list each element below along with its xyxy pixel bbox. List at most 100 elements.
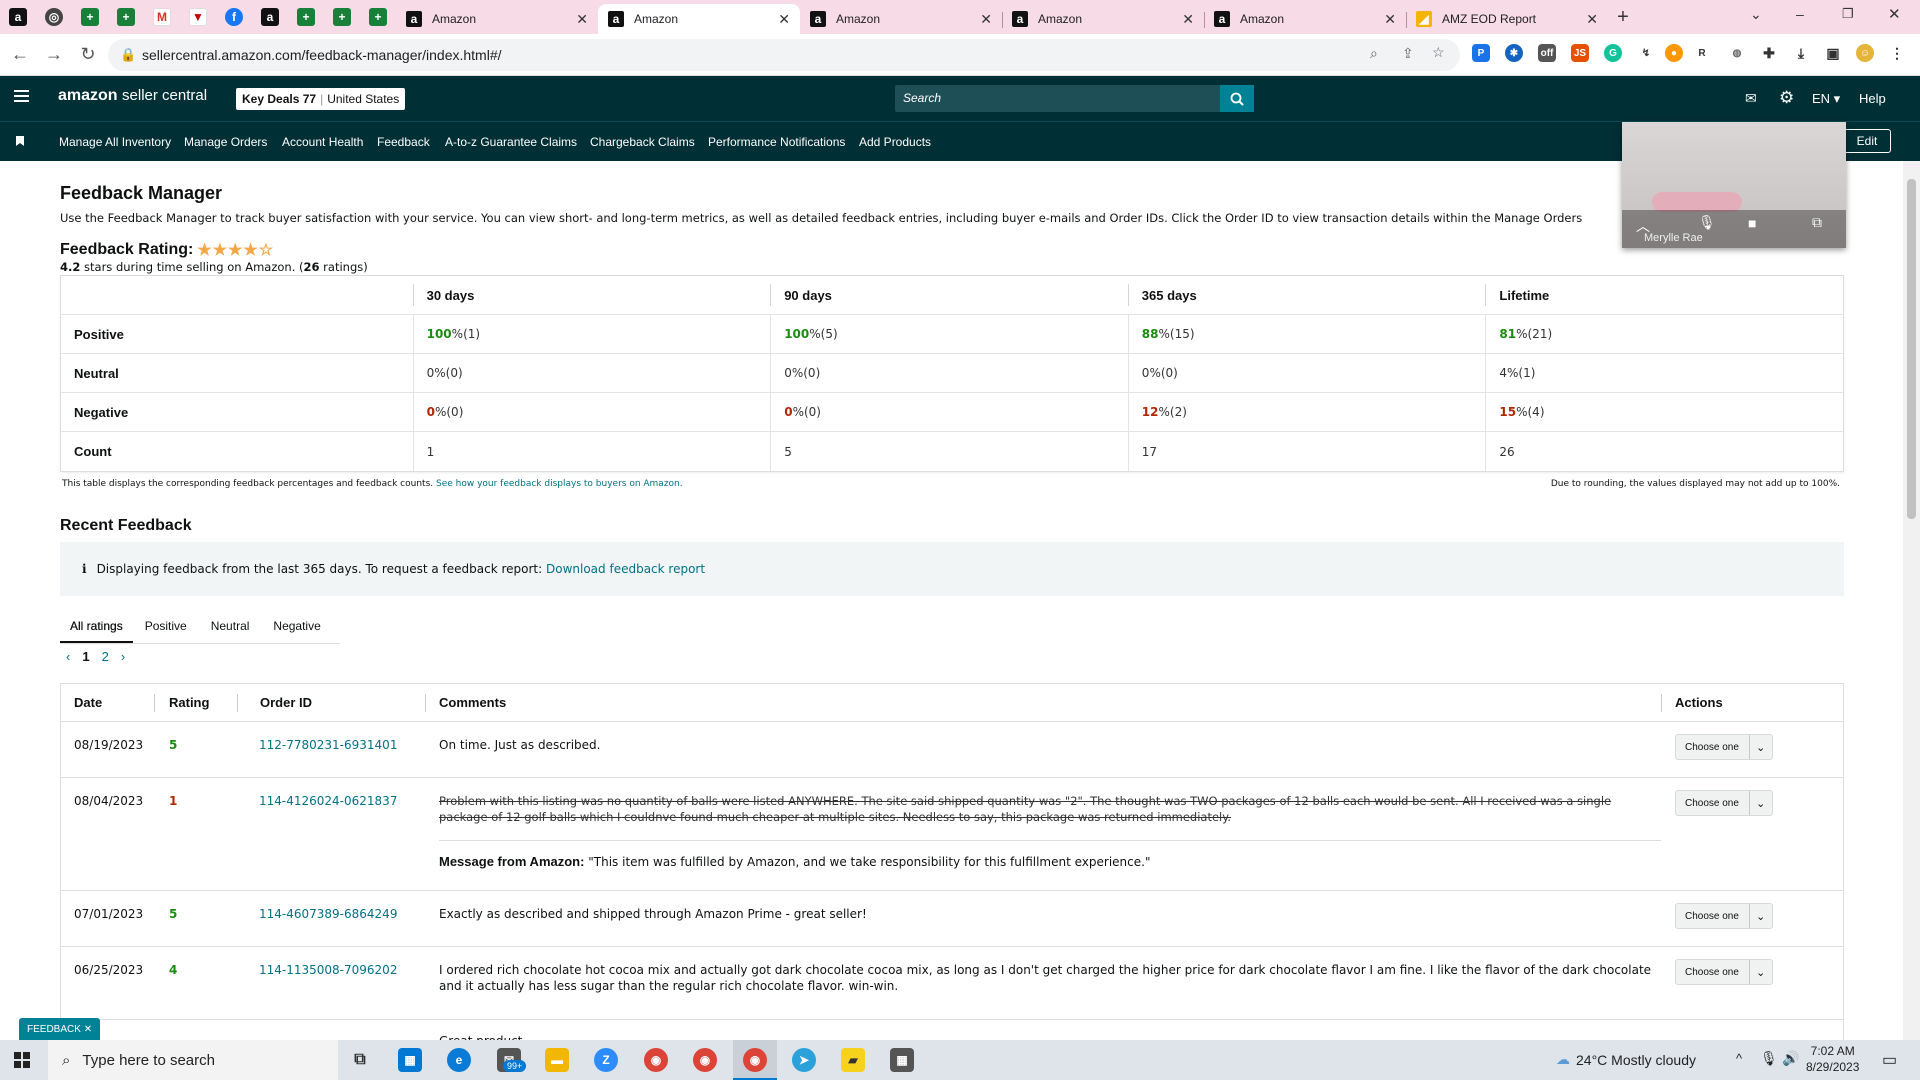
zoom-icon[interactable]: ⌕ bbox=[1370, 45, 1378, 62]
pinned-tab-chatgpt[interactable]: ◎ bbox=[36, 0, 72, 34]
pinned-tab-sheets-2[interactable]: + bbox=[108, 0, 144, 34]
pinned-tab-amazon[interactable]: a bbox=[0, 0, 36, 34]
tab-positive[interactable]: Positive bbox=[133, 608, 199, 643]
video-camera-icon[interactable]: ■ bbox=[1748, 215, 1756, 231]
extension-icon[interactable]: ● bbox=[1665, 44, 1683, 62]
browser-tab[interactable]: a Amazon ✕ bbox=[396, 4, 599, 34]
globe-icon[interactable]: ◍ bbox=[1728, 44, 1746, 62]
profile-avatar[interactable]: ☺ bbox=[1856, 44, 1874, 62]
mic-muted-icon[interactable]: 🎙 bbox=[1698, 214, 1716, 231]
extension-icon[interactable]: off bbox=[1538, 44, 1556, 62]
action-select[interactable]: Choose one ⌄ bbox=[1675, 734, 1773, 760]
restore-button[interactable]: ❐ bbox=[1842, 6, 1854, 22]
nav-chargeback-claims[interactable]: Chargeback Claims bbox=[590, 135, 695, 149]
account-switcher[interactable]: Key Deals 77 | United States bbox=[236, 88, 406, 110]
pinned-tab-facebook[interactable]: f bbox=[216, 0, 252, 34]
chevron-right-icon[interactable]: › bbox=[121, 649, 125, 664]
weather-widget[interactable]: ☁ 24°C Mostly cloudy bbox=[1556, 1051, 1696, 1068]
store-icon[interactable]: ▦ bbox=[398, 1048, 422, 1072]
forward-button[interactable]: → bbox=[40, 41, 68, 69]
language-selector[interactable]: EN ▾ bbox=[1812, 91, 1840, 107]
back-button[interactable]: ← bbox=[6, 41, 34, 69]
pinned-tab-gmail[interactable]: M bbox=[144, 0, 180, 34]
nav-performance-notifications[interactable]: Performance Notifications bbox=[708, 135, 845, 149]
chevron-left-icon[interactable]: ‹ bbox=[66, 649, 70, 664]
bookmark-icon[interactable] bbox=[16, 136, 24, 146]
task-view-icon[interactable]: ⧉ bbox=[348, 1048, 372, 1072]
nav-feedback[interactable]: Feedback bbox=[377, 135, 430, 149]
tab-negative[interactable]: Negative bbox=[261, 608, 332, 643]
minimize-button[interactable]: – bbox=[1796, 6, 1804, 22]
zoom-app-icon[interactable]: Z bbox=[594, 1048, 618, 1072]
extension-icon[interactable]: R bbox=[1693, 44, 1711, 62]
taskbar-search-input[interactable]: Type here to search bbox=[82, 1052, 215, 1069]
window-close-button[interactable]: ✕ bbox=[1888, 5, 1901, 23]
order-id-link[interactable]: 114-1135008-7096202 bbox=[259, 963, 397, 977]
action-select[interactable]: Choose one ⌄ bbox=[1675, 903, 1773, 929]
page-1[interactable]: 1 bbox=[82, 649, 89, 664]
tab-neutral[interactable]: Neutral bbox=[199, 608, 262, 643]
close-icon[interactable]: ✕ bbox=[576, 11, 588, 28]
sidepanel-icon[interactable]: ▣ bbox=[1824, 44, 1842, 62]
extension-icon[interactable]: ↯ bbox=[1637, 44, 1655, 62]
video-call-overlay[interactable]: ︿ 🎙 ■ ⧉ Merylle Rae bbox=[1622, 122, 1846, 248]
calculator-icon[interactable]: ▦ bbox=[890, 1048, 914, 1072]
help-link[interactable]: Help bbox=[1859, 91, 1886, 106]
chrome-active-icon[interactable]: ◉ bbox=[743, 1048, 767, 1072]
order-id-link[interactable]: 114-4607389-6864249 bbox=[259, 907, 397, 921]
scrollbar-thumb[interactable] bbox=[1907, 179, 1916, 519]
search-button[interactable] bbox=[1220, 85, 1254, 112]
volume-icon[interactable]: 🔊 bbox=[1782, 1050, 1799, 1067]
search-input[interactable]: Search bbox=[903, 91, 941, 105]
extensions-puzzle-icon[interactable]: ✚ bbox=[1760, 44, 1778, 62]
nav-account-health[interactable]: Account Health bbox=[282, 135, 363, 149]
extension-icon[interactable]: ✱ bbox=[1505, 44, 1523, 62]
browser-tab-active[interactable]: a Amazon ✕ bbox=[598, 4, 800, 34]
close-icon[interactable]: ✕ bbox=[980, 11, 992, 28]
browser-tab[interactable]: a Amazon ✕ bbox=[800, 4, 1003, 34]
grammarly-icon[interactable]: G bbox=[1604, 44, 1622, 62]
nav-manage-orders[interactable]: Manage Orders bbox=[184, 135, 267, 149]
chrome-icon[interactable]: ◉ bbox=[644, 1048, 668, 1072]
edge-icon[interactable]: e bbox=[447, 1048, 471, 1072]
telegram-icon[interactable]: ➤ bbox=[792, 1048, 816, 1072]
chrome-icon[interactable]: ◉ bbox=[693, 1048, 717, 1072]
pinned-tab-todoist[interactable]: ▼ bbox=[180, 0, 216, 34]
file-explorer-icon[interactable]: ▬ bbox=[545, 1048, 569, 1072]
pinned-tab-sheets-1[interactable]: + bbox=[72, 0, 108, 34]
close-icon[interactable]: ✕ bbox=[778, 11, 790, 28]
extension-icon[interactable]: JS bbox=[1571, 44, 1589, 62]
action-select[interactable]: Choose one ⌄ bbox=[1675, 790, 1773, 816]
nav-manage-inventory[interactable]: Manage All Inventory bbox=[59, 135, 171, 149]
close-icon[interactable]: ✕ bbox=[1182, 11, 1194, 28]
edit-nav-button[interactable]: Edit bbox=[1843, 129, 1891, 153]
pinned-tab-sheets-3[interactable]: + bbox=[288, 0, 324, 34]
share-icon[interactable]: ⇪ bbox=[1402, 45, 1414, 62]
popout-icon[interactable]: ⧉ bbox=[1812, 214, 1822, 231]
taskbar-search[interactable]: ⌕ Type here to search bbox=[48, 1040, 338, 1080]
notifications-icon[interactable]: ▭ bbox=[1882, 1050, 1897, 1070]
mail-icon[interactable]: ✉ bbox=[1745, 90, 1757, 107]
browser-tab[interactable]: ◢ AMZ EOD Report ✕ bbox=[1406, 4, 1608, 34]
pinned-tab-sheets-4[interactable]: + bbox=[324, 0, 360, 34]
nav-a-to-z-claims[interactable]: A-to-z Guarantee Claims bbox=[445, 135, 577, 149]
action-select[interactable]: Choose one ⌄ bbox=[1675, 959, 1773, 985]
close-icon[interactable]: ✕ bbox=[84, 1024, 92, 1035]
bookmark-star-icon[interactable]: ☆ bbox=[1432, 44, 1445, 61]
tab-all-ratings[interactable]: All ratings bbox=[60, 608, 133, 643]
search-box[interactable]: Search bbox=[895, 85, 1220, 112]
address-bar[interactable]: 🔒 sellercentral.amazon.com/feedback-mana… bbox=[108, 39, 1460, 71]
pinned-tab-amazon-2[interactable]: a bbox=[252, 0, 288, 34]
feedback-display-link[interactable]: See how your feedback displays to buyers… bbox=[436, 479, 683, 489]
new-tab-button[interactable]: + bbox=[1608, 6, 1638, 29]
sticky-notes-icon[interactable]: ▰ bbox=[841, 1048, 865, 1072]
extension-icon[interactable]: P bbox=[1472, 44, 1490, 62]
browser-tab[interactable]: a Amazon ✕ bbox=[1002, 4, 1205, 34]
reload-button[interactable]: ↻ bbox=[74, 41, 102, 69]
page-2[interactable]: 2 bbox=[102, 649, 109, 664]
browser-tab[interactable]: a Amazon ✕ bbox=[1204, 4, 1407, 34]
seller-central-logo[interactable]: amazon seller central bbox=[58, 87, 207, 105]
menu-dots-icon[interactable]: ⋮ bbox=[1888, 44, 1906, 62]
close-icon[interactable]: ✕ bbox=[1384, 11, 1396, 28]
nav-add-products[interactable]: Add Products bbox=[859, 135, 931, 149]
